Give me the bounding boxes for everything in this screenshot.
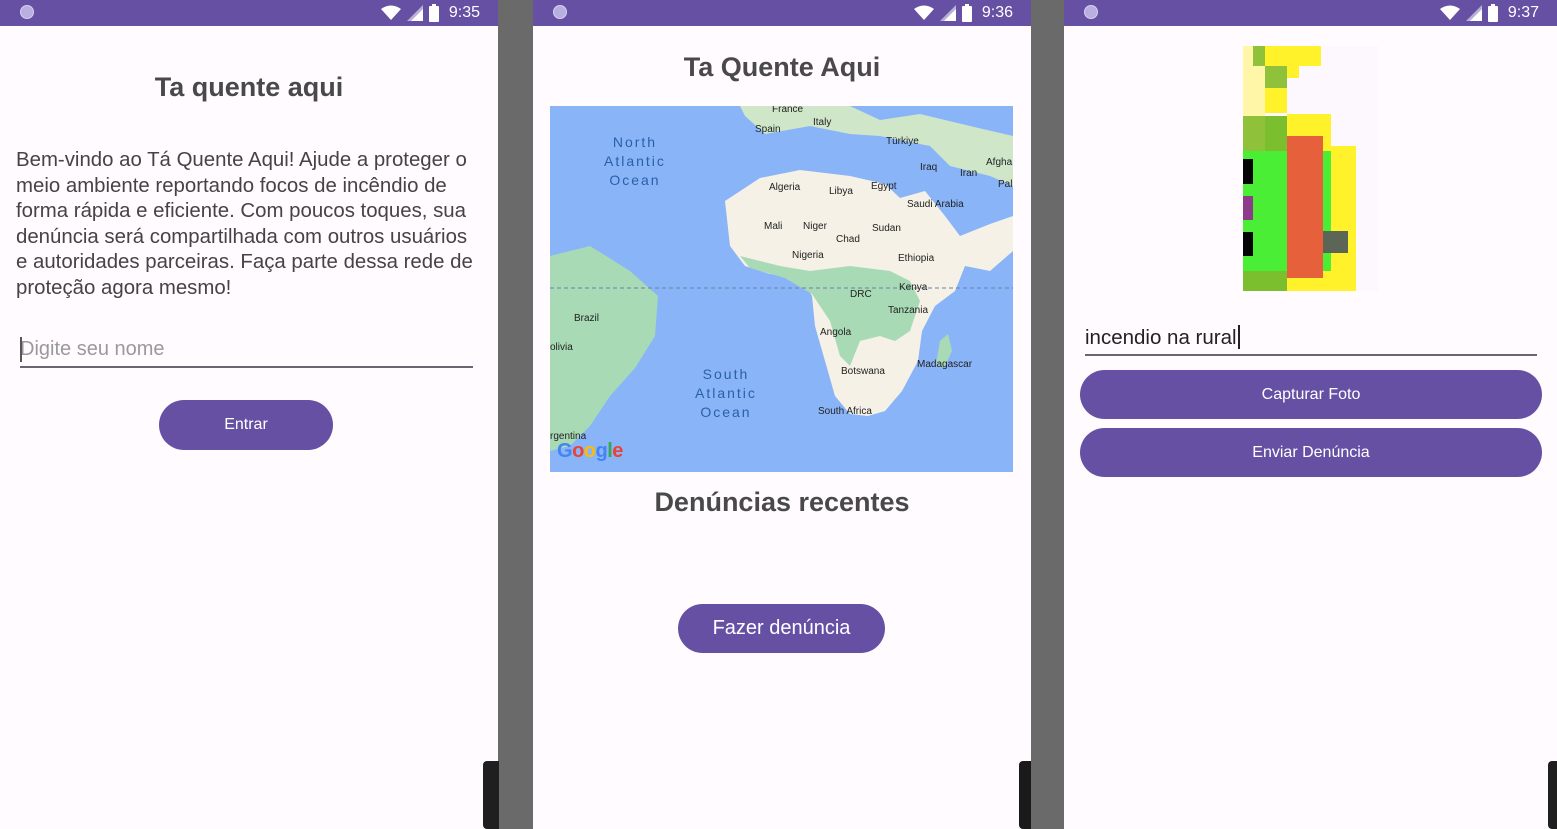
map-country-label: Ethiopia: [898, 253, 935, 264]
status-time: 9:37: [1507, 4, 1539, 21]
home-screen: 9:36 Ta Quente Aqui North Atlantic Ocean…: [533, 0, 1031, 829]
map-country-label: Libya: [829, 186, 853, 197]
ocean-label: South Atlantic Ocean: [695, 366, 757, 420]
map-country-label: Iran: [960, 168, 978, 179]
map-country-label: olivia: [550, 342, 573, 353]
status-time: 9:36: [981, 4, 1013, 21]
drag-handle[interactable]: [1548, 761, 1557, 829]
map-country-label: Mali: [764, 221, 783, 232]
map-country-label: Türkiye: [886, 136, 919, 147]
signal-icon: [939, 5, 956, 21]
map-country-label: Spain: [755, 124, 781, 135]
map-country-label: Saudi Arabia: [907, 199, 964, 210]
map-country-label: Madagascar: [917, 359, 973, 370]
description-input[interactable]: incendio na rural: [1085, 325, 1240, 351]
wifi-icon: [380, 5, 401, 20]
map-country-label: Botswana: [841, 366, 885, 377]
capture-photo-button[interactable]: Capturar Foto: [1080, 370, 1542, 419]
notification-dot-icon: [20, 5, 34, 19]
status-time: 9:35: [448, 4, 480, 21]
status-icons: 9:35: [380, 2, 480, 24]
photo-preview: [1243, 46, 1378, 291]
battery-icon: [961, 4, 972, 22]
drag-handle[interactable]: [1019, 761, 1031, 829]
map-country-label: Algeria: [769, 182, 801, 193]
map-country-label: Nigeria: [792, 250, 824, 261]
battery-icon: [1487, 4, 1498, 22]
map-view[interactable]: North Atlantic Ocean South Atlantic Ocea…: [550, 106, 1013, 472]
map-country-label: France: [772, 106, 804, 115]
map-country-label: DRC: [850, 289, 872, 300]
map-country-label: Afgha: [986, 157, 1013, 168]
send-report-button[interactable]: Enviar Denúncia: [1080, 428, 1542, 477]
google-logo: Google: [557, 440, 623, 462]
status-bar: 9:36: [533, 0, 1031, 26]
name-input[interactable]: [20, 332, 473, 366]
notification-dot-icon: [1084, 5, 1098, 19]
login-screen: 9:35 Ta quente aqui Bem-vindo ao Tá Quen…: [0, 0, 498, 829]
text-cursor: [1237, 325, 1240, 349]
report-screen: 9:37 incendio na rural Capturar Foto Env…: [1064, 0, 1557, 829]
map-country-label: Iraq: [920, 162, 938, 173]
page-title: Ta Quente Aqui: [683, 52, 881, 82]
description-field[interactable]: incendio na rural: [1085, 320, 1537, 356]
map-country-label: Egypt: [871, 181, 897, 192]
map-country-label: South Africa: [818, 406, 872, 417]
ocean-label: North Atlantic Ocean: [604, 134, 666, 188]
description-value: incendio na rural: [1085, 326, 1237, 349]
map-country-label: Brazil: [574, 313, 600, 324]
battery-icon: [428, 4, 439, 22]
make-report-button[interactable]: Fazer denúncia: [678, 604, 885, 653]
status-bar: 9:35: [0, 0, 498, 26]
name-field[interactable]: [20, 332, 473, 368]
captured-photo: [1243, 46, 1378, 291]
signal-icon: [1465, 5, 1482, 21]
page-title: Ta quente aqui: [154, 72, 344, 102]
text-cursor: [20, 337, 22, 362]
signal-icon: [406, 5, 423, 21]
map-country-label: Pal: [998, 179, 1013, 190]
notification-dot-icon: [553, 5, 567, 19]
map-country-label: Angola: [820, 327, 852, 338]
wifi-icon: [1439, 5, 1460, 20]
map-country-label: Niger: [803, 221, 827, 232]
map-country-label: Kenya: [899, 282, 928, 293]
wifi-icon: [913, 5, 934, 20]
status-bar: 9:37: [1064, 0, 1557, 26]
map-country-label: Italy: [813, 117, 832, 128]
status-icons: 9:36: [913, 2, 1013, 24]
map-country-label: Sudan: [872, 223, 901, 234]
map-country-label: Chad: [836, 234, 860, 245]
enter-button[interactable]: Entrar: [159, 400, 333, 450]
welcome-text: Bem-vindo ao Tá Quente Aqui! Ajude a pro…: [16, 149, 473, 299]
section-title: Denúncias recentes: [654, 487, 910, 517]
status-icons: 9:37: [1439, 2, 1539, 24]
map-country-label: Tanzania: [888, 305, 929, 316]
drag-handle[interactable]: [483, 761, 499, 829]
